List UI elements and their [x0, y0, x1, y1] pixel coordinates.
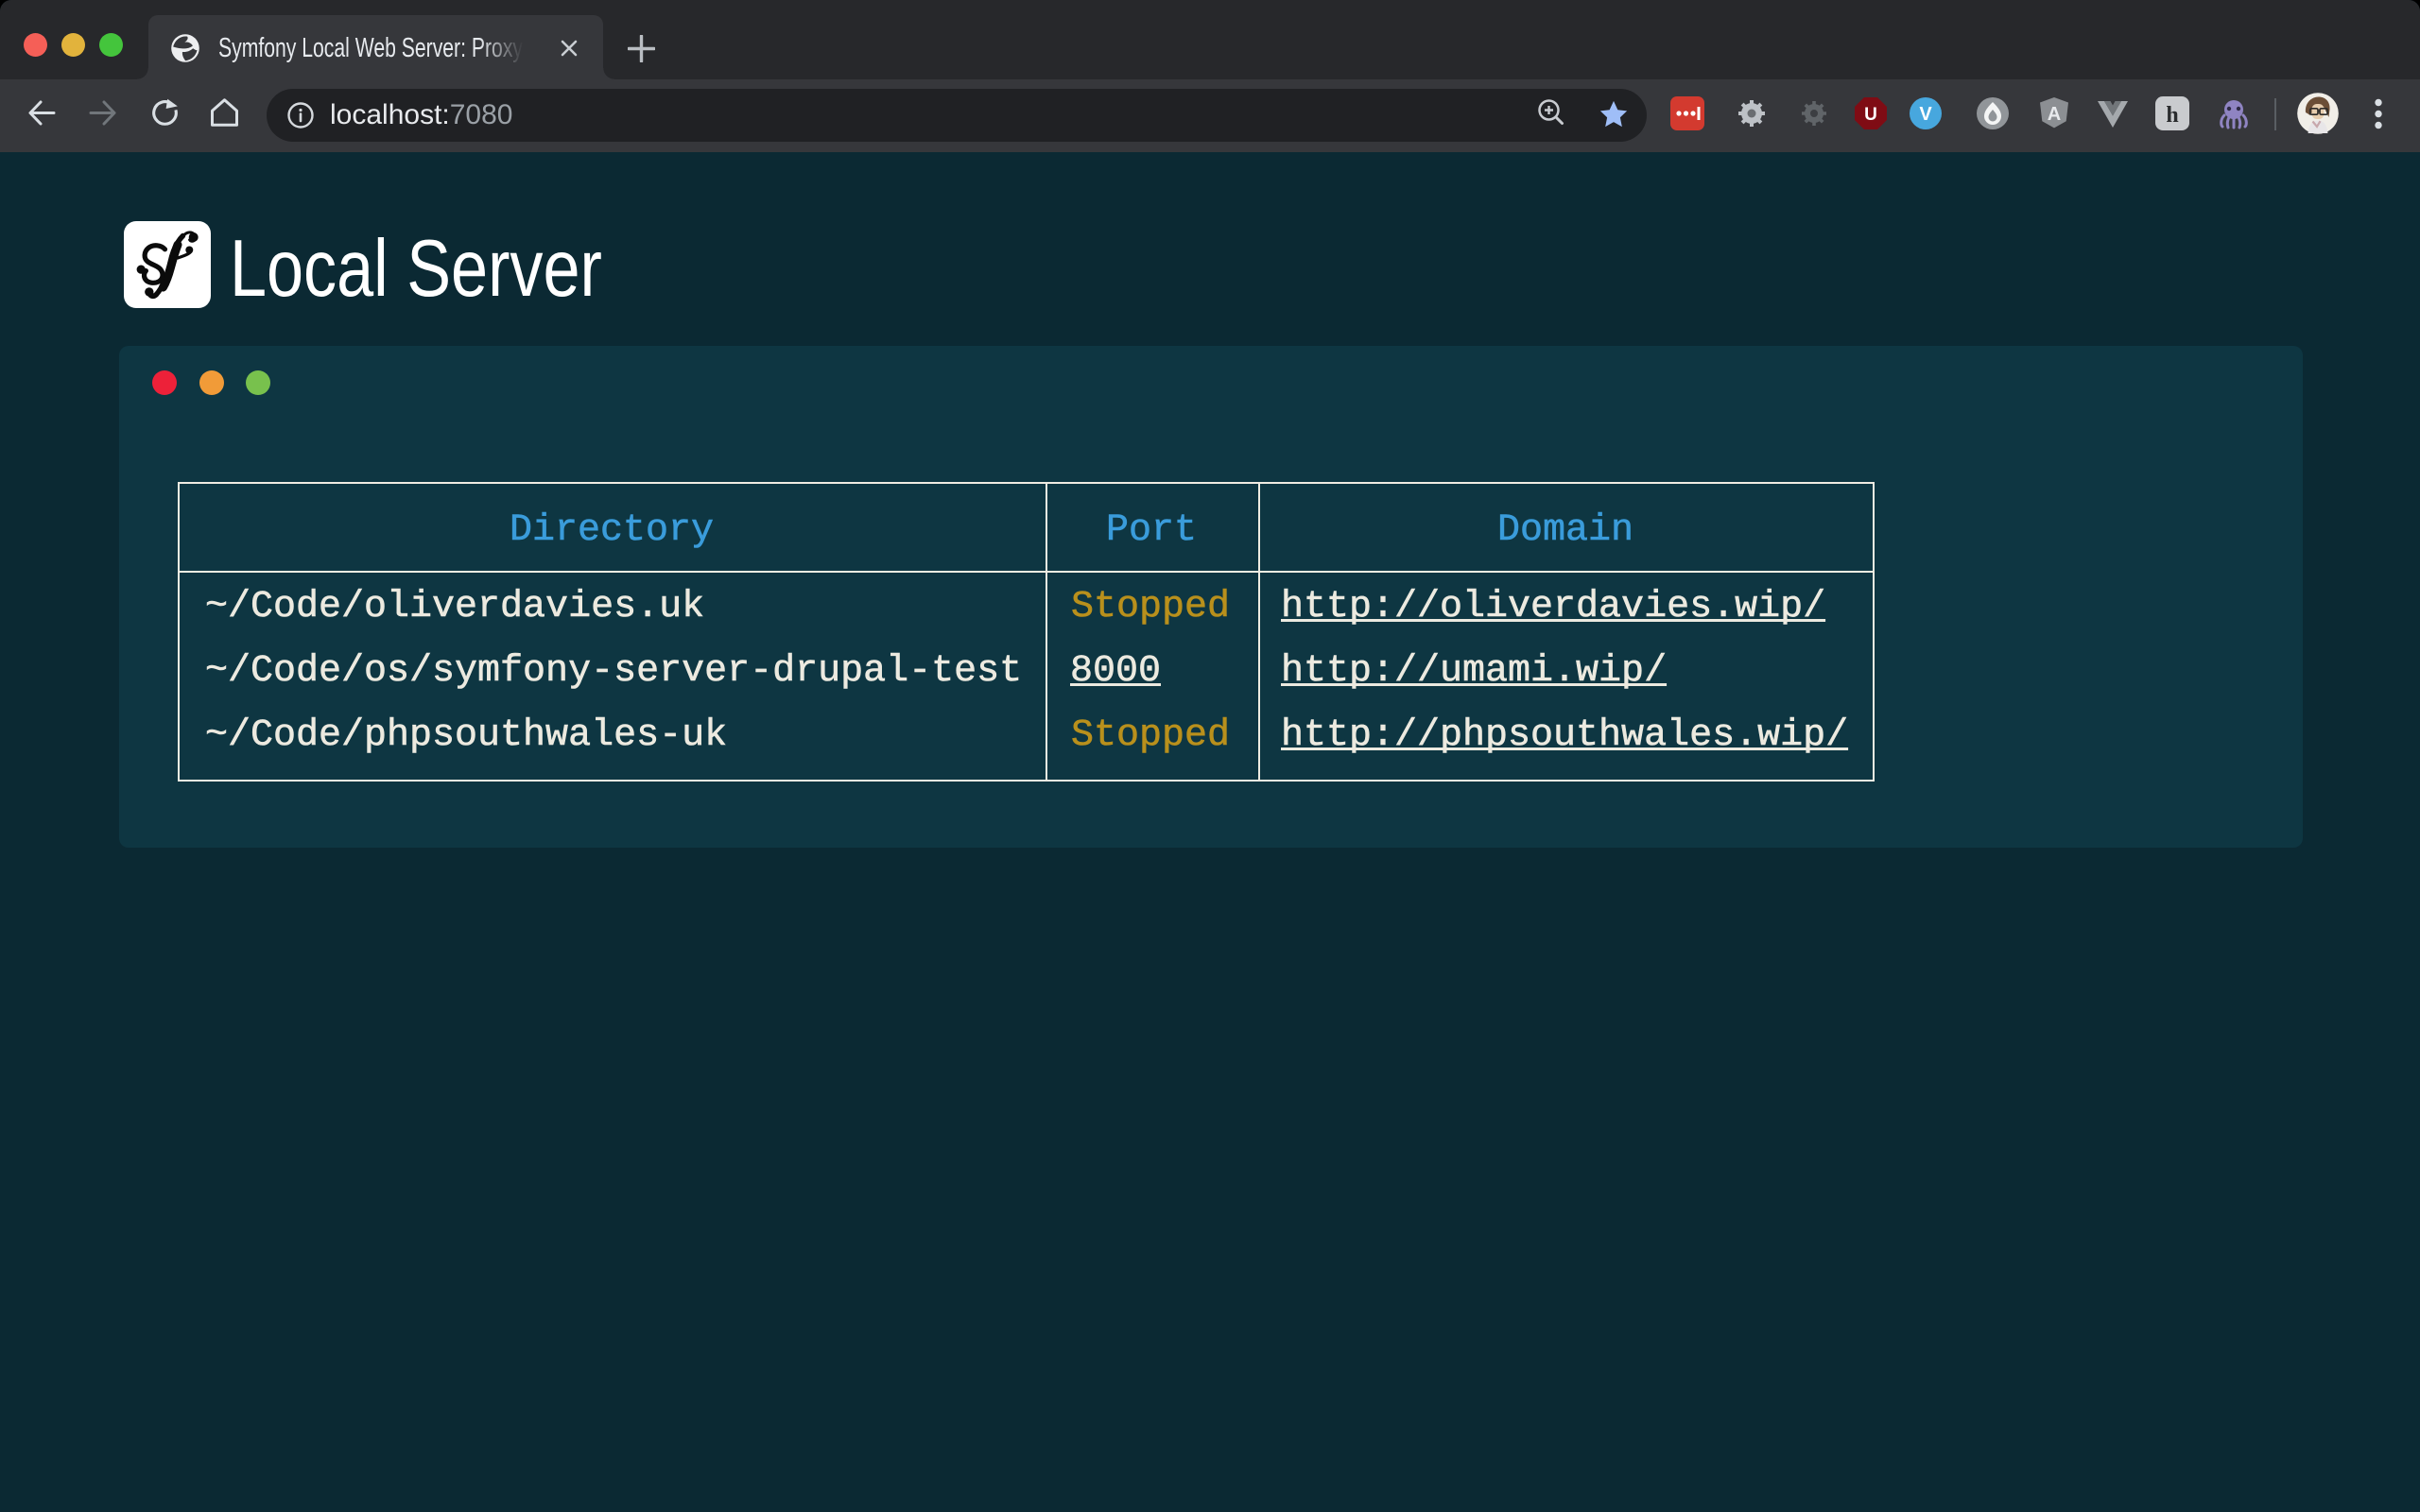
- svg-text:U: U: [1864, 105, 1877, 125]
- svg-text:A: A: [2048, 104, 2061, 125]
- svg-text:V: V: [1919, 104, 1932, 125]
- svg-text:h: h: [2166, 103, 2178, 128]
